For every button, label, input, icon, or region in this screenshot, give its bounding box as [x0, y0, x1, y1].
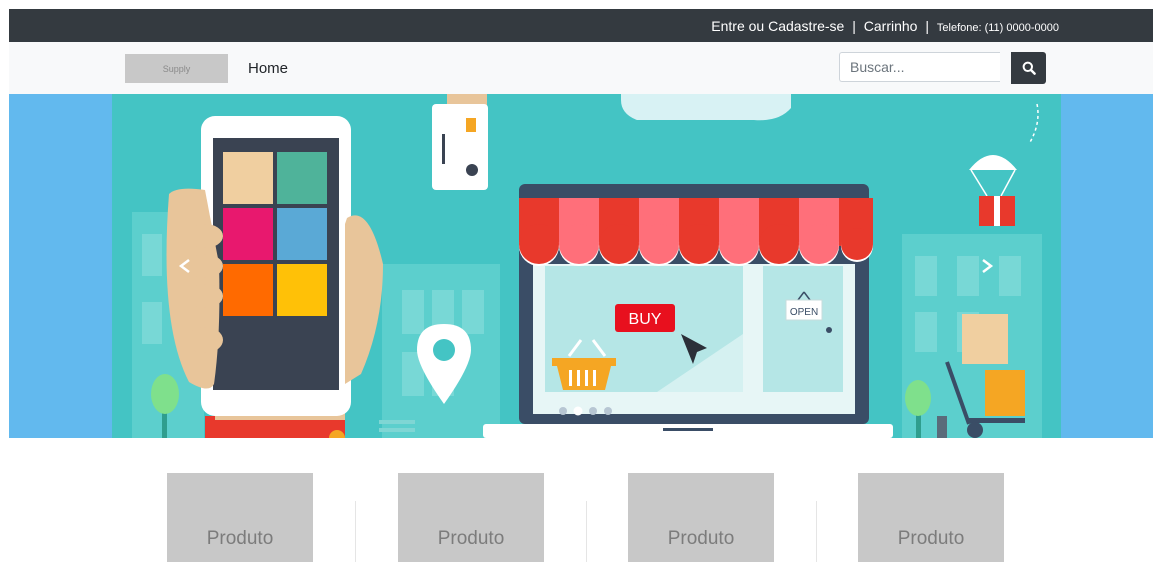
credit-card — [432, 94, 488, 190]
shop-awning — [519, 198, 873, 266]
open-sign-label: OPEN — [790, 307, 818, 318]
product-card[interactable]: Produto — [628, 473, 774, 562]
carousel-indicator-active[interactable] — [573, 406, 583, 416]
separator: | — [925, 18, 929, 34]
carousel-indicator[interactable] — [589, 407, 597, 415]
carousel-indicator[interactable] — [604, 407, 612, 415]
phone-text: Telefone: (11) 0000-0000 — [936, 22, 1059, 34]
logo[interactable]: Supply — [125, 54, 228, 83]
product-label: Produto — [897, 528, 965, 549]
buy-label: BUY — [629, 311, 662, 328]
search-input[interactable] — [839, 52, 1000, 82]
product-list: Produto Produto Produto Produto — [0, 473, 1153, 562]
product-label: Produto — [437, 528, 505, 549]
product-card[interactable]: Produto — [167, 473, 313, 562]
top-bar-links: Entre ou Cadastre-se | Carrinho | Telefo… — [711, 18, 1059, 34]
nav-home-link[interactable]: Home — [248, 60, 288, 77]
product-label: Produto — [667, 528, 735, 549]
cloud — [621, 94, 791, 121]
divider — [355, 501, 356, 562]
product-label: Produto — [206, 528, 274, 549]
hero-banner-illustration: BUY OPEN — [112, 94, 1061, 438]
search-button[interactable] — [1011, 52, 1046, 84]
top-bar: Entre ou Cadastre-se | Carrinho | Telefo… — [9, 9, 1153, 42]
navbar: Supply Home — [9, 42, 1153, 94]
door-knob — [826, 327, 832, 333]
product-card[interactable]: Produto — [398, 473, 544, 562]
divider — [586, 501, 587, 562]
divider — [816, 501, 817, 562]
carousel-indicator[interactable] — [559, 407, 567, 415]
search-icon — [1022, 61, 1036, 75]
login-link[interactable]: Entre ou Cadastre-se — [711, 18, 844, 34]
product-card[interactable]: Produto — [858, 473, 1004, 562]
separator: | — [852, 18, 856, 34]
cart-link[interactable]: Carrinho — [864, 18, 918, 34]
logo-text: Supply — [162, 63, 191, 74]
hero-carousel: BUY OPEN — [9, 94, 1153, 438]
